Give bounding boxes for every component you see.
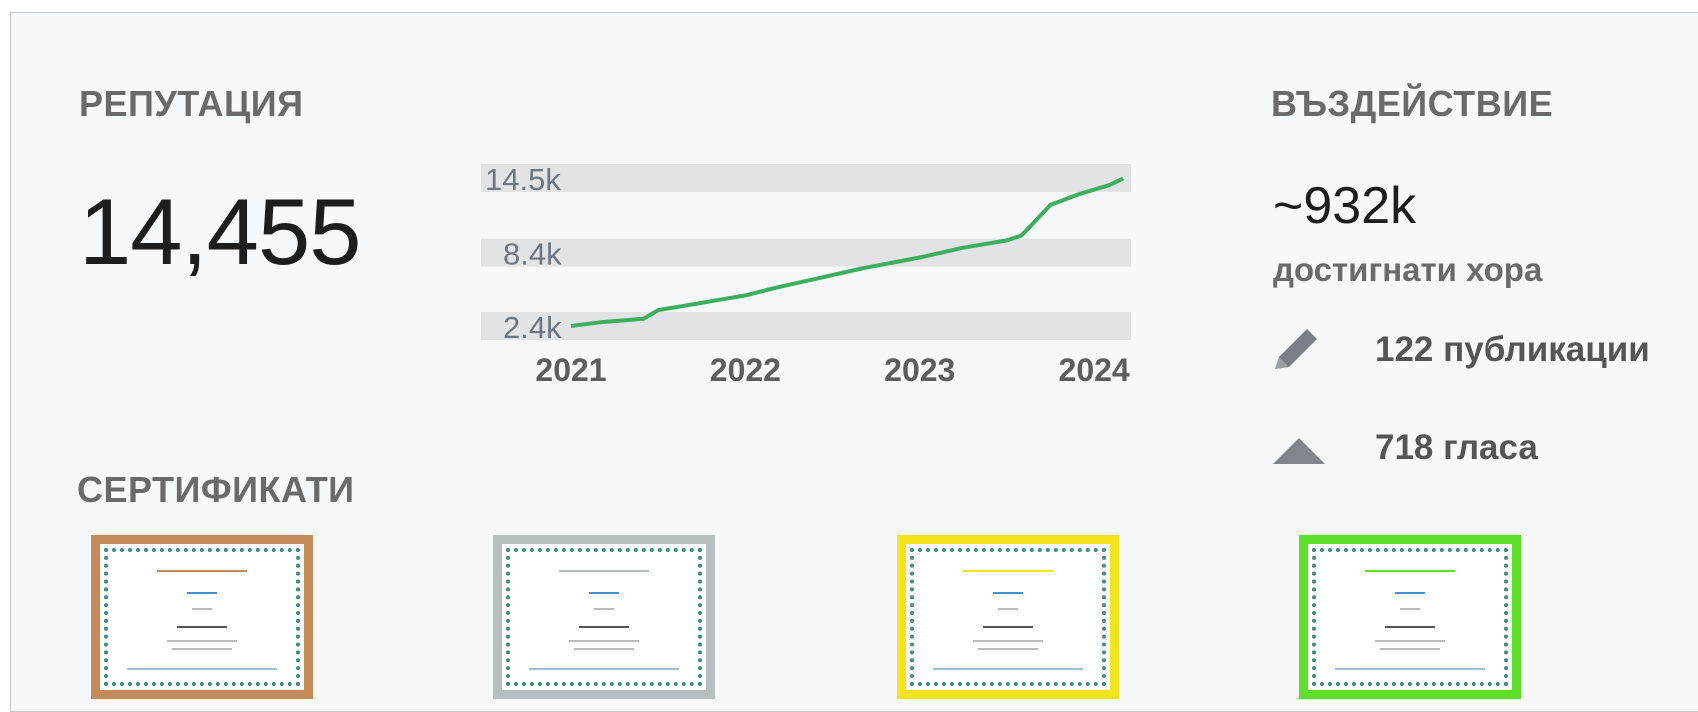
- certificate-text-line: [157, 570, 247, 572]
- impact-heading: ВЪЗДЕЙСТВИЕ: [1271, 83, 1554, 124]
- y-tick-label: 14.5k: [485, 163, 561, 197]
- certificate-thumbnail[interactable]: [1299, 535, 1521, 699]
- reputation-heading: РЕПУТАЦИЯ: [79, 83, 304, 124]
- x-tick-label: 2021: [535, 352, 606, 388]
- votes-count: 718 гласа: [1375, 428, 1538, 467]
- certificate-text-line: [993, 592, 1023, 594]
- pencil-icon: [1269, 325, 1329, 375]
- certificate-text-line: [579, 626, 629, 628]
- x-tick-label: 2023: [884, 352, 955, 388]
- certificate-text-line: [978, 648, 1038, 650]
- certificate-text-line: [1385, 626, 1435, 628]
- y-gridband: [481, 238, 1131, 267]
- certificate-frame: [506, 548, 702, 686]
- certificate-text-line: [1380, 648, 1440, 650]
- certificate-text-line: [1400, 608, 1420, 610]
- y-tick-label: 8.4k: [503, 237, 562, 272]
- certificates-heading: СЕРТИФИКАТИ: [77, 469, 355, 510]
- certificate-text-line: [973, 640, 1043, 642]
- impact-subtitle: достигнати хора: [1273, 251, 1543, 288]
- certificate-text-line: [167, 640, 237, 642]
- certificate-text-line: [187, 592, 217, 594]
- certificate-thumbnail[interactable]: [91, 535, 313, 699]
- certificate-text-line: [1365, 570, 1455, 572]
- y-tick-label: 2.4k: [503, 310, 562, 345]
- x-tick-label: 2024: [1059, 352, 1130, 388]
- certificate-text-line: [192, 608, 212, 610]
- impact-value: ~932k: [1273, 177, 1417, 235]
- certificate-thumbnail[interactable]: [493, 535, 715, 699]
- x-tick-label: 2022: [710, 352, 781, 388]
- certificate-text-line: [1375, 640, 1445, 642]
- profile-stats-card: РЕПУТАЦИЯ 14,455 14.5k 8.4k 2.4k 2021 2022 20…: [10, 12, 1698, 712]
- certificate-text-line: [127, 668, 277, 670]
- certificate-text-line: [1335, 668, 1485, 670]
- certificate-text-line: [983, 626, 1033, 628]
- certificate-text-line: [559, 570, 649, 572]
- certificate-text-line: [1395, 592, 1425, 594]
- certificate-text-line: [998, 608, 1018, 610]
- certificate-text-line: [177, 626, 227, 628]
- certificate-text-line: [589, 592, 619, 594]
- certificate-text-line: [172, 648, 232, 650]
- certificate-text-line: [569, 640, 639, 642]
- votes-stat[interactable]: 718 гласа: [1269, 423, 1538, 473]
- certificate-frame: [104, 548, 300, 686]
- certificate-text-line: [594, 608, 614, 610]
- certificate-frame: [910, 548, 1106, 686]
- upvote-triangle-icon: [1269, 423, 1329, 473]
- y-gridband: [481, 164, 1131, 192]
- certificate-text-line: [574, 648, 634, 650]
- certificate-thumbnail[interactable]: [897, 535, 1119, 699]
- certificate-text-line: [529, 668, 679, 670]
- posts-stat[interactable]: 122 публикации: [1269, 325, 1650, 375]
- reputation-value: 14,455: [79, 179, 362, 284]
- reputation-chart: 14.5k 8.4k 2.4k 2021 2022 2023 2024: [481, 163, 1131, 388]
- certificate-text-line: [963, 570, 1053, 572]
- posts-count: 122 публикации: [1375, 330, 1650, 369]
- certificate-text-line: [933, 668, 1083, 670]
- certificate-frame: [1312, 548, 1508, 686]
